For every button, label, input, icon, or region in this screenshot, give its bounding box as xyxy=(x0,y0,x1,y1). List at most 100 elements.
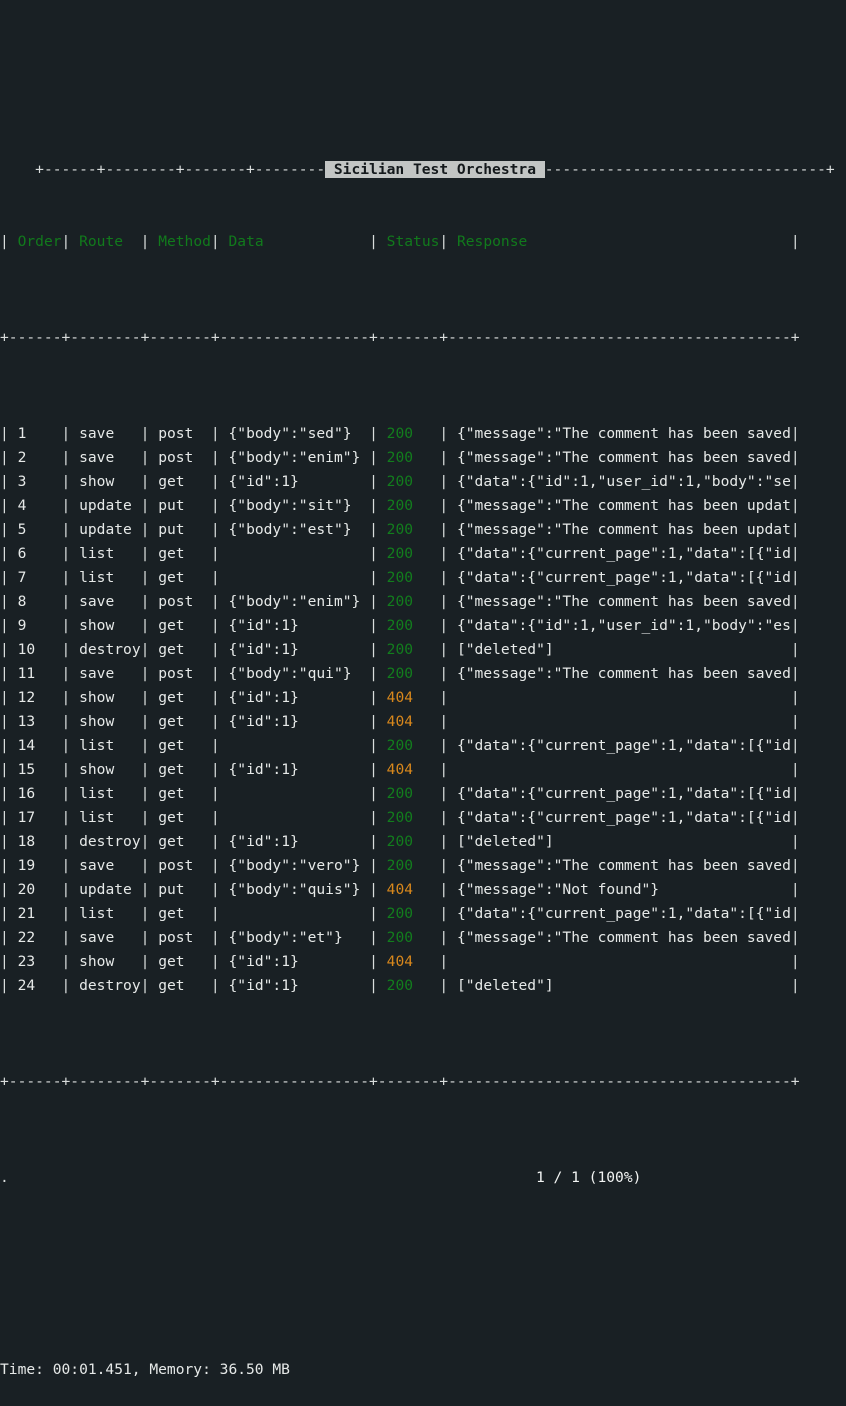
cell-method: get xyxy=(149,569,211,586)
cell-response: {"message":"Not found"} xyxy=(448,881,791,898)
column-header-route: Route xyxy=(70,233,141,250)
table-row: | 2 | save | post | {"body":"enim"} | 20… xyxy=(0,446,846,470)
cell-status: 200 xyxy=(377,569,440,586)
cell-divider: | xyxy=(0,617,9,634)
cell-order: 18 xyxy=(8,833,62,850)
cell-divider: | xyxy=(61,761,71,778)
cell-divider: | xyxy=(439,233,449,250)
cell-route: show xyxy=(70,617,141,634)
cell-status: 200 xyxy=(377,785,440,802)
cell-route: list xyxy=(70,785,141,802)
cell-route: list xyxy=(70,545,141,562)
cell-divider: | xyxy=(439,929,449,946)
cell-divider: | xyxy=(369,641,378,658)
cell-divider: | xyxy=(790,905,800,922)
cell-response: {"message":"The comment has been saved xyxy=(448,593,791,610)
cell-divider: | xyxy=(439,473,449,490)
cell-data: {"body":"enim"} xyxy=(219,593,370,610)
cell-method: get xyxy=(149,833,211,850)
cell-divider: | xyxy=(61,929,71,946)
table-row: | 10 | destroy| get | {"id":1} | 200 | [… xyxy=(0,638,846,662)
cell-status: 200 xyxy=(377,809,440,826)
cell-order: 24 xyxy=(8,977,62,994)
cell-status: 200 xyxy=(377,449,440,466)
cell-data: {"id":1} xyxy=(219,641,370,658)
cell-data: {"id":1} xyxy=(219,833,370,850)
cell-divider: | xyxy=(369,521,378,538)
cell-method: post xyxy=(149,449,211,466)
cell-divider: | xyxy=(790,617,800,634)
cell-divider: | xyxy=(61,713,71,730)
cell-method: post xyxy=(149,929,211,946)
cell-order: 4 xyxy=(8,497,62,514)
cell-data: {"id":1} xyxy=(219,689,370,706)
cell-divider: | xyxy=(439,497,449,514)
cell-order: 14 xyxy=(8,737,62,754)
cell-divider: | xyxy=(61,785,71,802)
cell-route: list xyxy=(70,569,141,586)
cell-divider: | xyxy=(0,737,9,754)
cell-order: 6 xyxy=(8,545,62,562)
cell-divider: | xyxy=(140,881,150,898)
table-row: | 17 | list | get | | 200 | {"data":{"cu… xyxy=(0,806,846,830)
cell-response: {"data":{"current_page":1,"data":[{"id xyxy=(448,785,791,802)
cell-data xyxy=(220,785,369,802)
cell-divider: | xyxy=(790,521,800,538)
cell-route: save xyxy=(70,593,141,610)
header-rule: +------+--------+-------+---------------… xyxy=(0,329,800,346)
table-row: | 23 | show | get | {"id":1} | 404 | | xyxy=(0,950,846,974)
cell-divider: | xyxy=(210,449,220,466)
cell-divider: | xyxy=(790,473,800,490)
cell-response: {"message":"The comment has been saved xyxy=(448,665,791,682)
cell-divider: | xyxy=(140,833,150,850)
cell-divider: | xyxy=(140,977,150,994)
cell-divider: | xyxy=(0,761,9,778)
cell-divider: | xyxy=(369,857,378,874)
cell-divider: | xyxy=(369,953,378,970)
table-row: | 15 | show | get | {"id":1} | 404 | | xyxy=(0,758,846,782)
cell-response: ["deleted"] xyxy=(448,977,791,994)
cell-divider: | xyxy=(61,641,71,658)
cell-method: post xyxy=(149,593,211,610)
cell-divider: | xyxy=(61,497,71,514)
cell-divider: | xyxy=(439,881,449,898)
bottom-rule: +------+--------+-------+---------------… xyxy=(0,1073,800,1090)
cell-divider: | xyxy=(61,473,71,490)
cell-data: {"id":1} xyxy=(219,761,370,778)
cell-divider: | xyxy=(61,569,71,586)
cell-data: {"body":"qui"} xyxy=(219,665,370,682)
cell-route: list xyxy=(70,737,141,754)
cell-order: 13 xyxy=(8,713,62,730)
cell-order: 11 xyxy=(8,665,62,682)
cell-divider: | xyxy=(210,569,220,586)
cell-divider: | xyxy=(61,809,71,826)
cell-response: {"data":{"current_page":1,"data":[{"id xyxy=(448,545,791,562)
cell-divider: | xyxy=(61,977,71,994)
cell-divider: | xyxy=(369,905,378,922)
cell-divider: | xyxy=(439,593,449,610)
cell-response: {"message":"The comment has been saved xyxy=(448,425,791,442)
cell-divider: | xyxy=(790,569,800,586)
cell-method: get xyxy=(149,641,211,658)
cell-response xyxy=(448,953,791,970)
cell-divider: | xyxy=(790,425,800,442)
cell-divider: | xyxy=(210,833,220,850)
cell-status: 200 xyxy=(377,545,440,562)
cell-divider: | xyxy=(61,545,71,562)
cell-divider: | xyxy=(0,449,9,466)
cell-divider: | xyxy=(0,473,9,490)
cell-status: 200 xyxy=(377,737,440,754)
cell-route: save xyxy=(70,857,141,874)
cell-divider: | xyxy=(0,881,9,898)
cell-divider: | xyxy=(439,425,449,442)
cell-divider: | xyxy=(210,761,220,778)
cell-divider: | xyxy=(210,425,220,442)
cell-divider: | xyxy=(439,641,449,658)
cell-divider: | xyxy=(210,929,220,946)
cell-route: show xyxy=(70,473,141,490)
cell-status: 200 xyxy=(377,617,440,634)
cell-divider: | xyxy=(0,785,9,802)
cell-data: {"body":"sed"} xyxy=(219,425,370,442)
cell-data: {"body":"et"} xyxy=(219,929,370,946)
cell-order: 1 xyxy=(8,425,62,442)
